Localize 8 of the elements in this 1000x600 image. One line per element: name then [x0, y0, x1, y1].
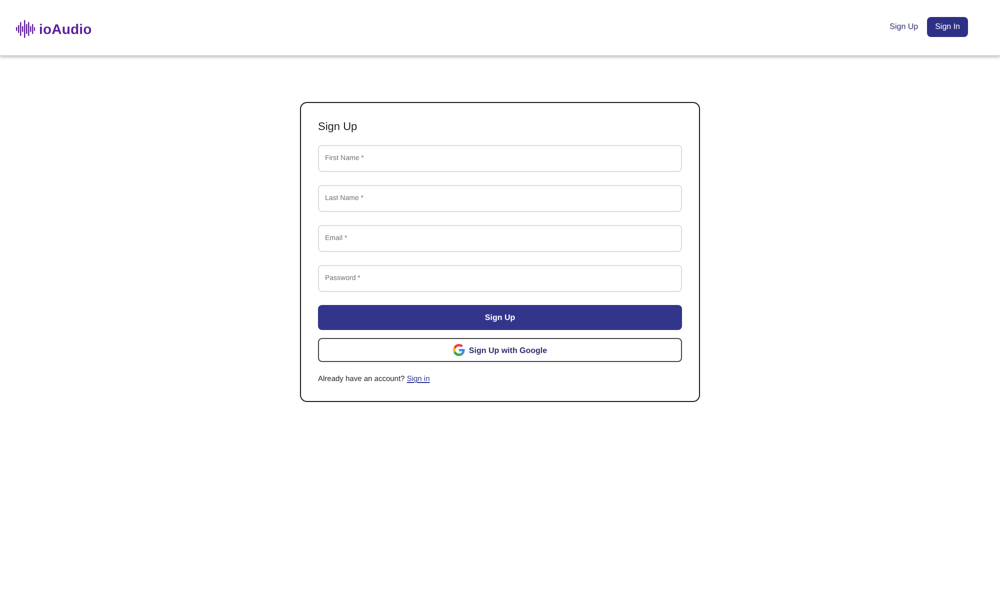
sign-up-button[interactable]: Sign Up — [318, 305, 682, 330]
sign-in-button[interactable]: Sign In — [927, 16, 968, 36]
form-title: Sign Up — [318, 120, 358, 135]
waveform-logo-icon — [16, 20, 35, 38]
sign-up-link[interactable]: Sign Up — [888, 18, 920, 35]
logo-text[interactable]: ioAudio — [39, 20, 92, 36]
google-g-icon — [452, 344, 465, 356]
google-sign-up-button[interactable]: Sign Up with Google — [318, 338, 682, 362]
